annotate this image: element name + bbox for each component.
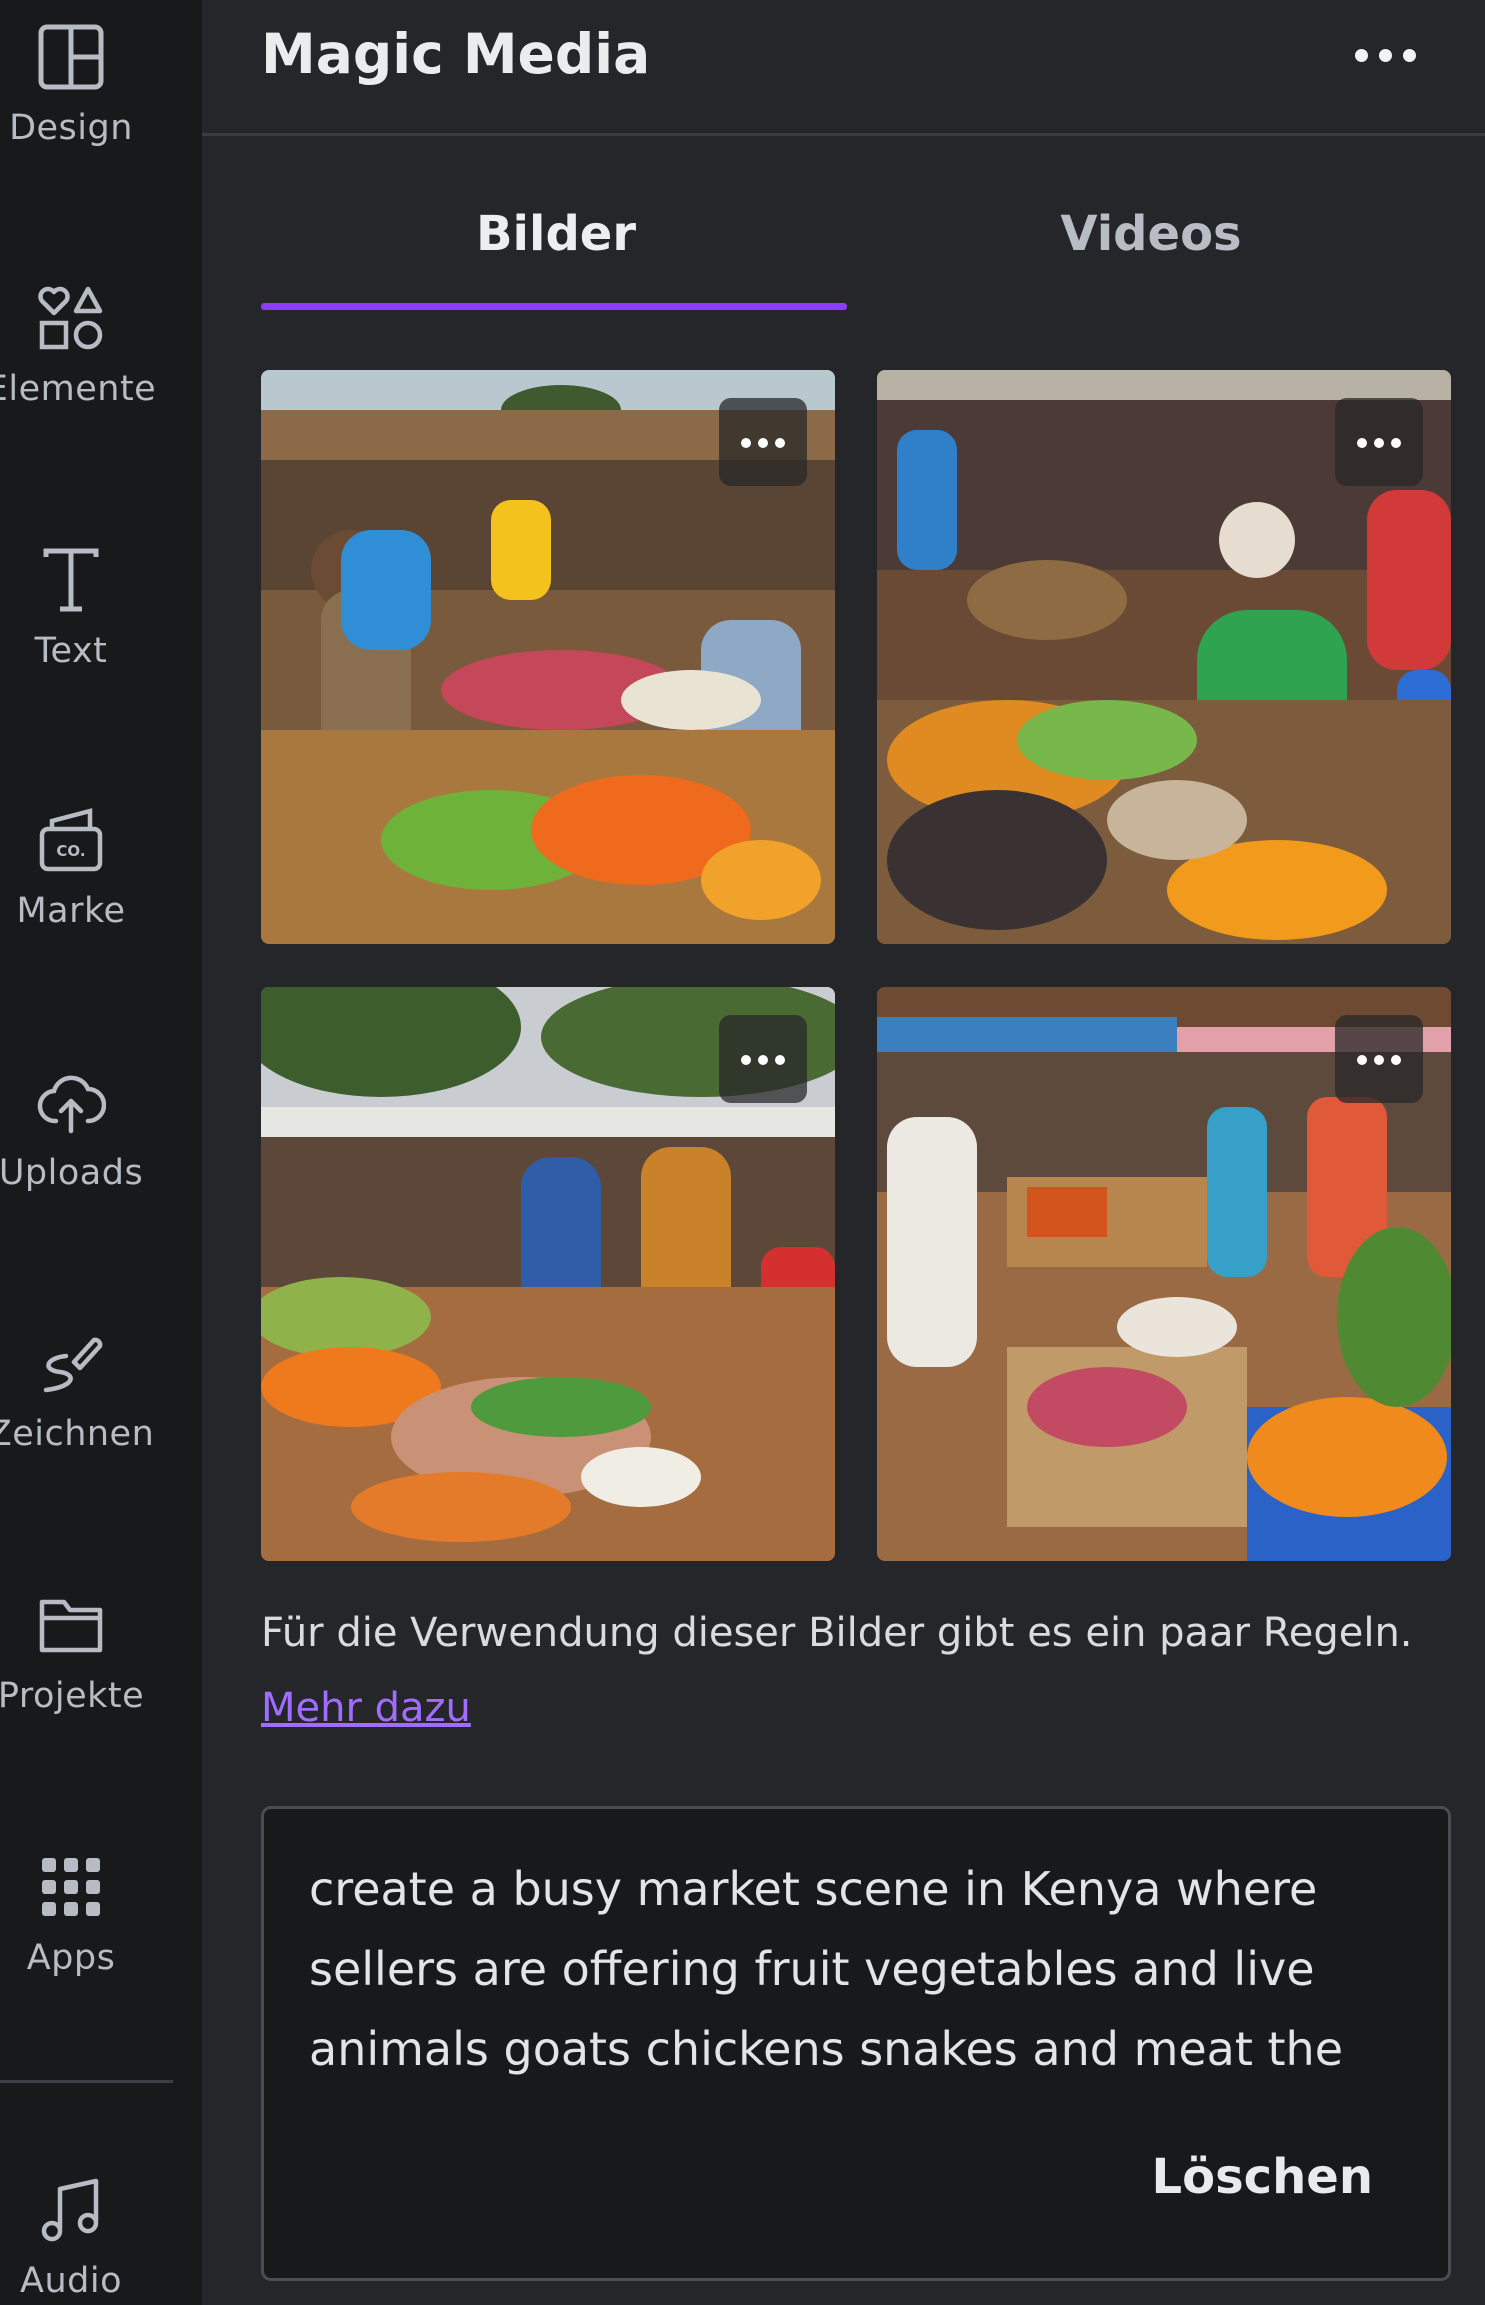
image-more-button[interactable]: [1335, 398, 1423, 486]
sidebar-item-elements[interactable]: Elemente: [0, 283, 202, 483]
generated-image[interactable]: [877, 987, 1451, 1561]
apps-grid-icon: [42, 1858, 100, 1916]
sidebar-item-label: Audio: [20, 2261, 122, 2301]
clear-button[interactable]: Löschen: [1152, 2149, 1373, 2205]
active-tab-indicator: [261, 303, 847, 310]
learn-more-link[interactable]: Mehr dazu: [261, 1685, 471, 1731]
sidebar-item-draw[interactable]: Zeichnen: [0, 1328, 202, 1528]
sidebar-item-label: Projekte: [0, 1676, 145, 1716]
sidebar-item-label: Design: [9, 108, 133, 148]
image-more-button[interactable]: [1335, 1015, 1423, 1103]
folder-icon: [39, 1599, 103, 1653]
more-options-button[interactable]: [1345, 30, 1425, 80]
sidebar-item-brand[interactable]: CO. Marke: [0, 805, 202, 1005]
layout-icon: [38, 24, 104, 90]
generated-image[interactable]: [261, 370, 835, 944]
sidebar-item-uploads[interactable]: Uploads: [0, 1067, 202, 1267]
sidebar-item-label: Apps: [26, 1938, 116, 1978]
sidebar-item-design[interactable]: Design: [0, 22, 202, 222]
shapes-icon: [38, 286, 103, 350]
generated-image[interactable]: [877, 370, 1451, 944]
more-dots-icon: [1355, 49, 1368, 62]
panel-title: Magic Media: [261, 22, 651, 86]
image-more-button[interactable]: [719, 1015, 807, 1103]
tab-images[interactable]: Bilder: [261, 180, 851, 312]
media-tabs: Bilder Videos: [261, 180, 1451, 312]
svg-text:CO.: CO.: [56, 842, 85, 860]
sidebar-divider: [0, 2080, 173, 2083]
prompt-text[interactable]: create a busy market scene in Kenya wher…: [309, 1849, 1409, 2085]
draw-icon: [43, 1337, 103, 1393]
sidebar-item-audio[interactable]: Audio: [0, 2175, 202, 2305]
image-more-button[interactable]: [719, 398, 807, 486]
sidebar-item-label: Marke: [16, 891, 126, 931]
prompt-input[interactable]: create a busy market scene in Kenya wher…: [261, 1806, 1451, 2281]
usage-notice: Für die Verwendung dieser Bilder gibt es…: [261, 1610, 1413, 1656]
sidebar-item-projects[interactable]: Projekte: [0, 1590, 202, 1790]
sidebar-item-label: Elemente: [0, 369, 157, 409]
sidebar-item-label: Text: [34, 631, 108, 671]
music-note-icon: [41, 2178, 99, 2242]
magic-media-panel: Magic Media Bilder Videos Für die Verwen…: [202, 0, 1485, 2305]
sidebar-item-text[interactable]: Text: [0, 545, 202, 745]
generated-image[interactable]: [261, 987, 835, 1561]
brand-icon: CO.: [39, 808, 103, 872]
sidebar-item-apps[interactable]: Apps: [0, 1852, 202, 2052]
tab-videos[interactable]: Videos: [856, 180, 1446, 312]
panel-header: Magic Media: [202, 0, 1485, 136]
sidebar-item-label: Uploads: [0, 1153, 144, 1193]
text-icon: [43, 548, 99, 612]
cloud-upload-icon: [37, 1075, 106, 1134]
sidebar: Design Elemente Text CO. Marke Uploads Z…: [0, 0, 202, 2305]
sidebar-item-label: Zeichnen: [0, 1414, 155, 1454]
